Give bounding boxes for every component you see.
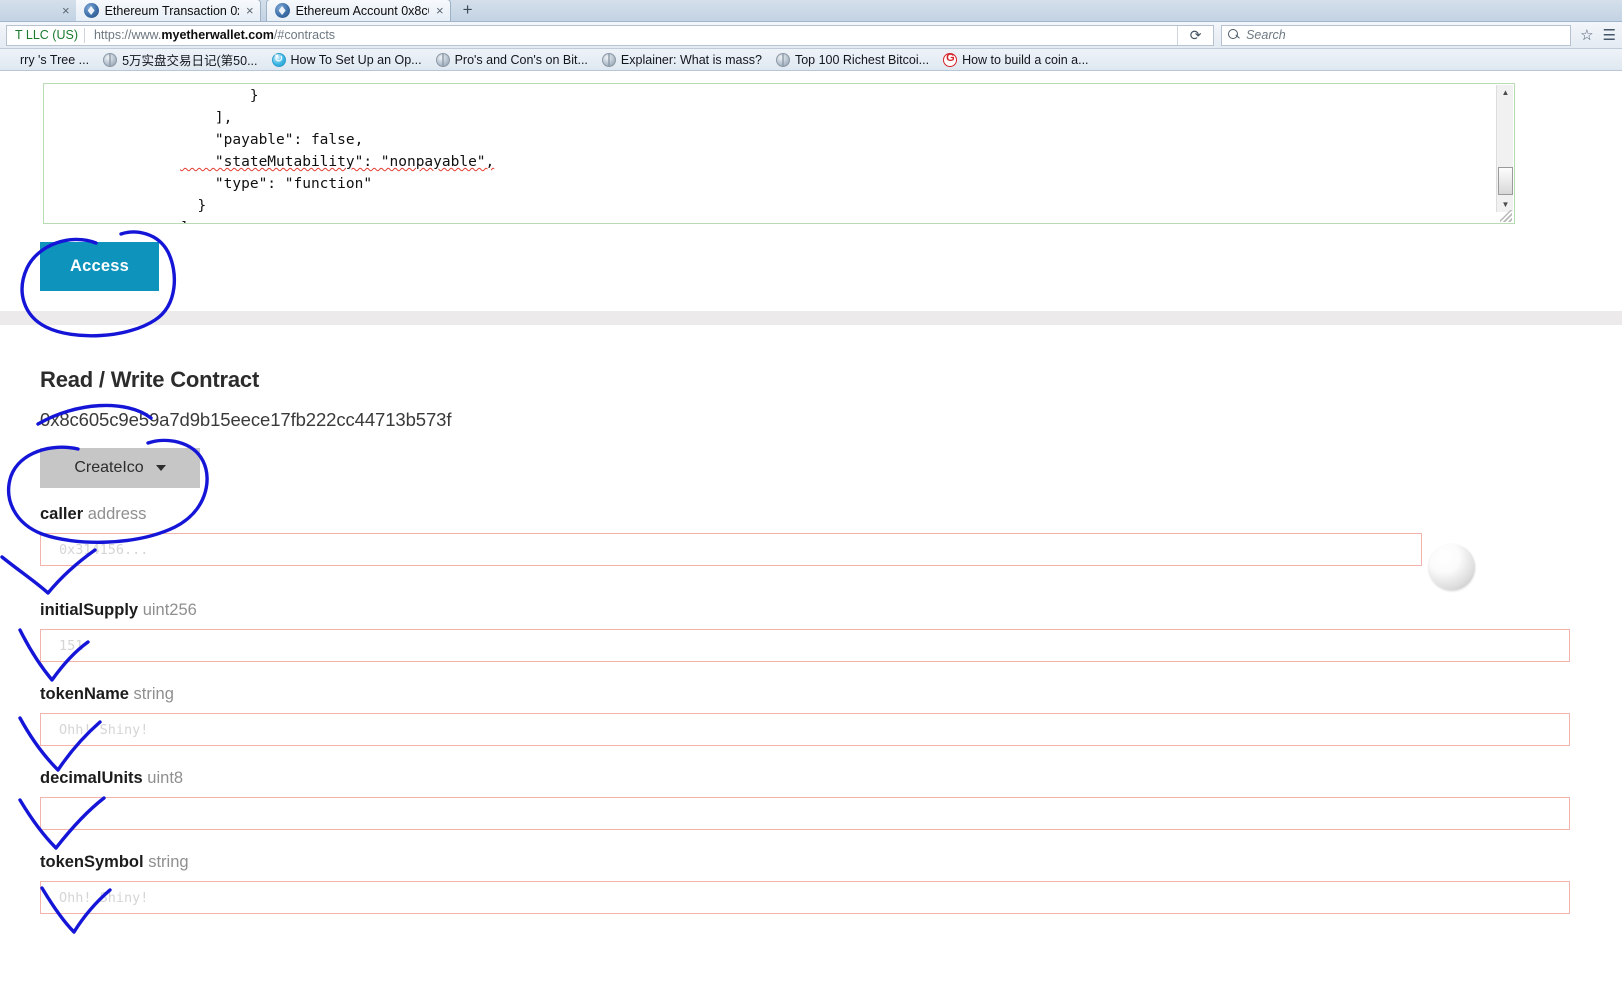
tokenName-input[interactable] [40, 713, 1570, 746]
reload-icon[interactable]: ⟳ [1177, 25, 1213, 45]
bookmark-item[interactable]: Top 100 Richest Bitcoi... [769, 52, 936, 67]
ethereum-favicon [274, 3, 290, 18]
abi-code-text: } ], "payable": false, "stateMutability"… [180, 88, 495, 223]
site-identity-label: T LLC (US) [15, 28, 78, 42]
navigation-bar: T LLC (US) https://www.myetherwallet.com… [0, 22, 1622, 49]
field-label: tokenName string [40, 685, 1570, 704]
bookmark-item[interactable]: How to build a coin a... [936, 52, 1095, 67]
field-type: uint256 [142, 601, 197, 619]
field-name: tokenSymbol [40, 853, 144, 871]
contract-address: 0x8c605c9e59a7d9b15eece17fb222cc44713b57… [40, 409, 452, 430]
browser-tab-label: Ethereum Account 0x8c605c9 [295, 3, 429, 18]
field-decimalUnits: decimalUnits uint8 [40, 769, 1570, 830]
url-domain: myetherwallet.com [161, 28, 274, 42]
function-select-dropdown[interactable]: CreateIco [40, 448, 200, 488]
field-name: tokenName [40, 685, 129, 703]
url-prefix: https://www. [93, 28, 162, 42]
access-button[interactable]: Access [40, 242, 159, 291]
tab-close-icon[interactable]: × [246, 4, 254, 17]
field-caller: caller address [40, 505, 1422, 566]
browser-tab-1[interactable]: Ethereum Account 0x8c605c9 × [265, 0, 451, 21]
bookmark-item[interactable]: How To Set Up an Op... [265, 52, 429, 67]
caller-input[interactable] [40, 533, 1422, 566]
field-type: string [148, 853, 189, 871]
bookmark-label: Explainer: What is mass? [620, 52, 762, 67]
chevron-down-icon [155, 465, 166, 471]
field-label: tokenSymbol string [40, 853, 1570, 872]
browser-window: × Ethereum Transaction 0x2d50 × Ethereum… [0, 0, 1622, 986]
browser-tab-0[interactable]: Ethereum Transaction 0x2d50 × [75, 0, 261, 21]
bookmark-label: Top 100 Richest Bitcoi... [794, 52, 930, 67]
section-divider-band [0, 311, 1622, 325]
globe-icon [103, 52, 118, 67]
tab-close-icon[interactable]: × [436, 4, 444, 17]
globe-icon [435, 52, 450, 67]
globe-icon [601, 52, 616, 67]
browser-chrome: × Ethereum Transaction 0x2d50 × Ethereum… [0, 0, 1622, 71]
abi-scrollbar[interactable]: ▲ ▼ [1496, 85, 1513, 212]
page-title: Read / Write Contract [40, 367, 260, 392]
field-label: caller address [40, 505, 1422, 524]
search-icon [1228, 29, 1240, 41]
browser-tab-label: Ethereum Transaction 0x2d50 [104, 3, 239, 18]
globe-icon [775, 52, 790, 67]
field-label: initialSupply uint256 [40, 601, 1570, 620]
ethereum-favicon [83, 3, 99, 18]
bookmark-label: rry 's Tree ... [20, 52, 90, 67]
decimalUnits-input[interactable] [40, 797, 1570, 830]
bookmark-label: How to build a coin a... [962, 52, 1089, 67]
field-label: decimalUnits uint8 [40, 769, 1570, 788]
bookmark-item[interactable]: Explainer: What is mass? [595, 52, 769, 67]
initialSupply-input[interactable] [40, 629, 1570, 662]
refresh-circle-icon [271, 52, 286, 67]
bookmark-item[interactable]: Pro's and Con's on Bit... [429, 52, 595, 67]
bookmarks-bar: rry 's Tree ... 5万实盘交易日记(第50... How To S… [0, 49, 1622, 71]
tab-strip: × Ethereum Transaction 0x2d50 × Ethereum… [0, 0, 1622, 22]
field-type: uint8 [147, 769, 184, 787]
field-initialSupply: initialSupply uint256 [40, 601, 1570, 662]
abi-textarea[interactable]: } ], "payable": false, "stateMutability"… [43, 83, 1515, 224]
field-name: initialSupply [40, 601, 139, 619]
address-identicon [1429, 544, 1475, 590]
function-select-value: CreateIco [74, 459, 144, 476]
scroll-up-icon[interactable]: ▲ [1497, 85, 1514, 100]
bookmark-label: Pro's and Con's on Bit... [454, 52, 588, 67]
textarea-resize-handle[interactable] [1500, 210, 1512, 222]
field-tokenName: tokenName string [40, 685, 1570, 746]
url-path: /#contracts [273, 28, 336, 42]
bookmark-label: How To Set Up an Op... [290, 52, 422, 67]
bookmark-item[interactable]: rry 's Tree ... [2, 53, 96, 67]
bookmark-item[interactable]: 5万实盘交易日记(第50... [96, 50, 264, 69]
tab-close-button-0[interactable]: × [62, 4, 70, 17]
bookmark-star-icon[interactable]: ☆ [1580, 28, 1593, 43]
gitter-icon [943, 52, 958, 67]
search-placeholder: Search [1246, 28, 1286, 42]
url-text: https://www.myetherwallet.com/#contracts [85, 28, 335, 42]
field-tokenSymbol: tokenSymbol string [40, 853, 1570, 914]
field-type: address [87, 505, 147, 523]
scrollbar-thumb[interactable] [1498, 167, 1513, 195]
tokenSymbol-input[interactable] [40, 881, 1570, 914]
field-name: decimalUnits [40, 769, 143, 787]
address-bar[interactable]: T LLC (US) https://www.myetherwallet.com… [6, 24, 1215, 46]
page-content: } ], "payable": false, "stateMutability"… [0, 79, 1622, 986]
new-tab-button[interactable]: + [451, 0, 485, 21]
search-bar[interactable]: Search [1221, 24, 1572, 46]
field-name: caller [40, 505, 84, 523]
reader-list-icon[interactable]: ☰ [1603, 28, 1616, 43]
field-type: string [133, 685, 174, 703]
bookmark-label: 5万实盘交易日记(第50... [122, 54, 258, 68]
